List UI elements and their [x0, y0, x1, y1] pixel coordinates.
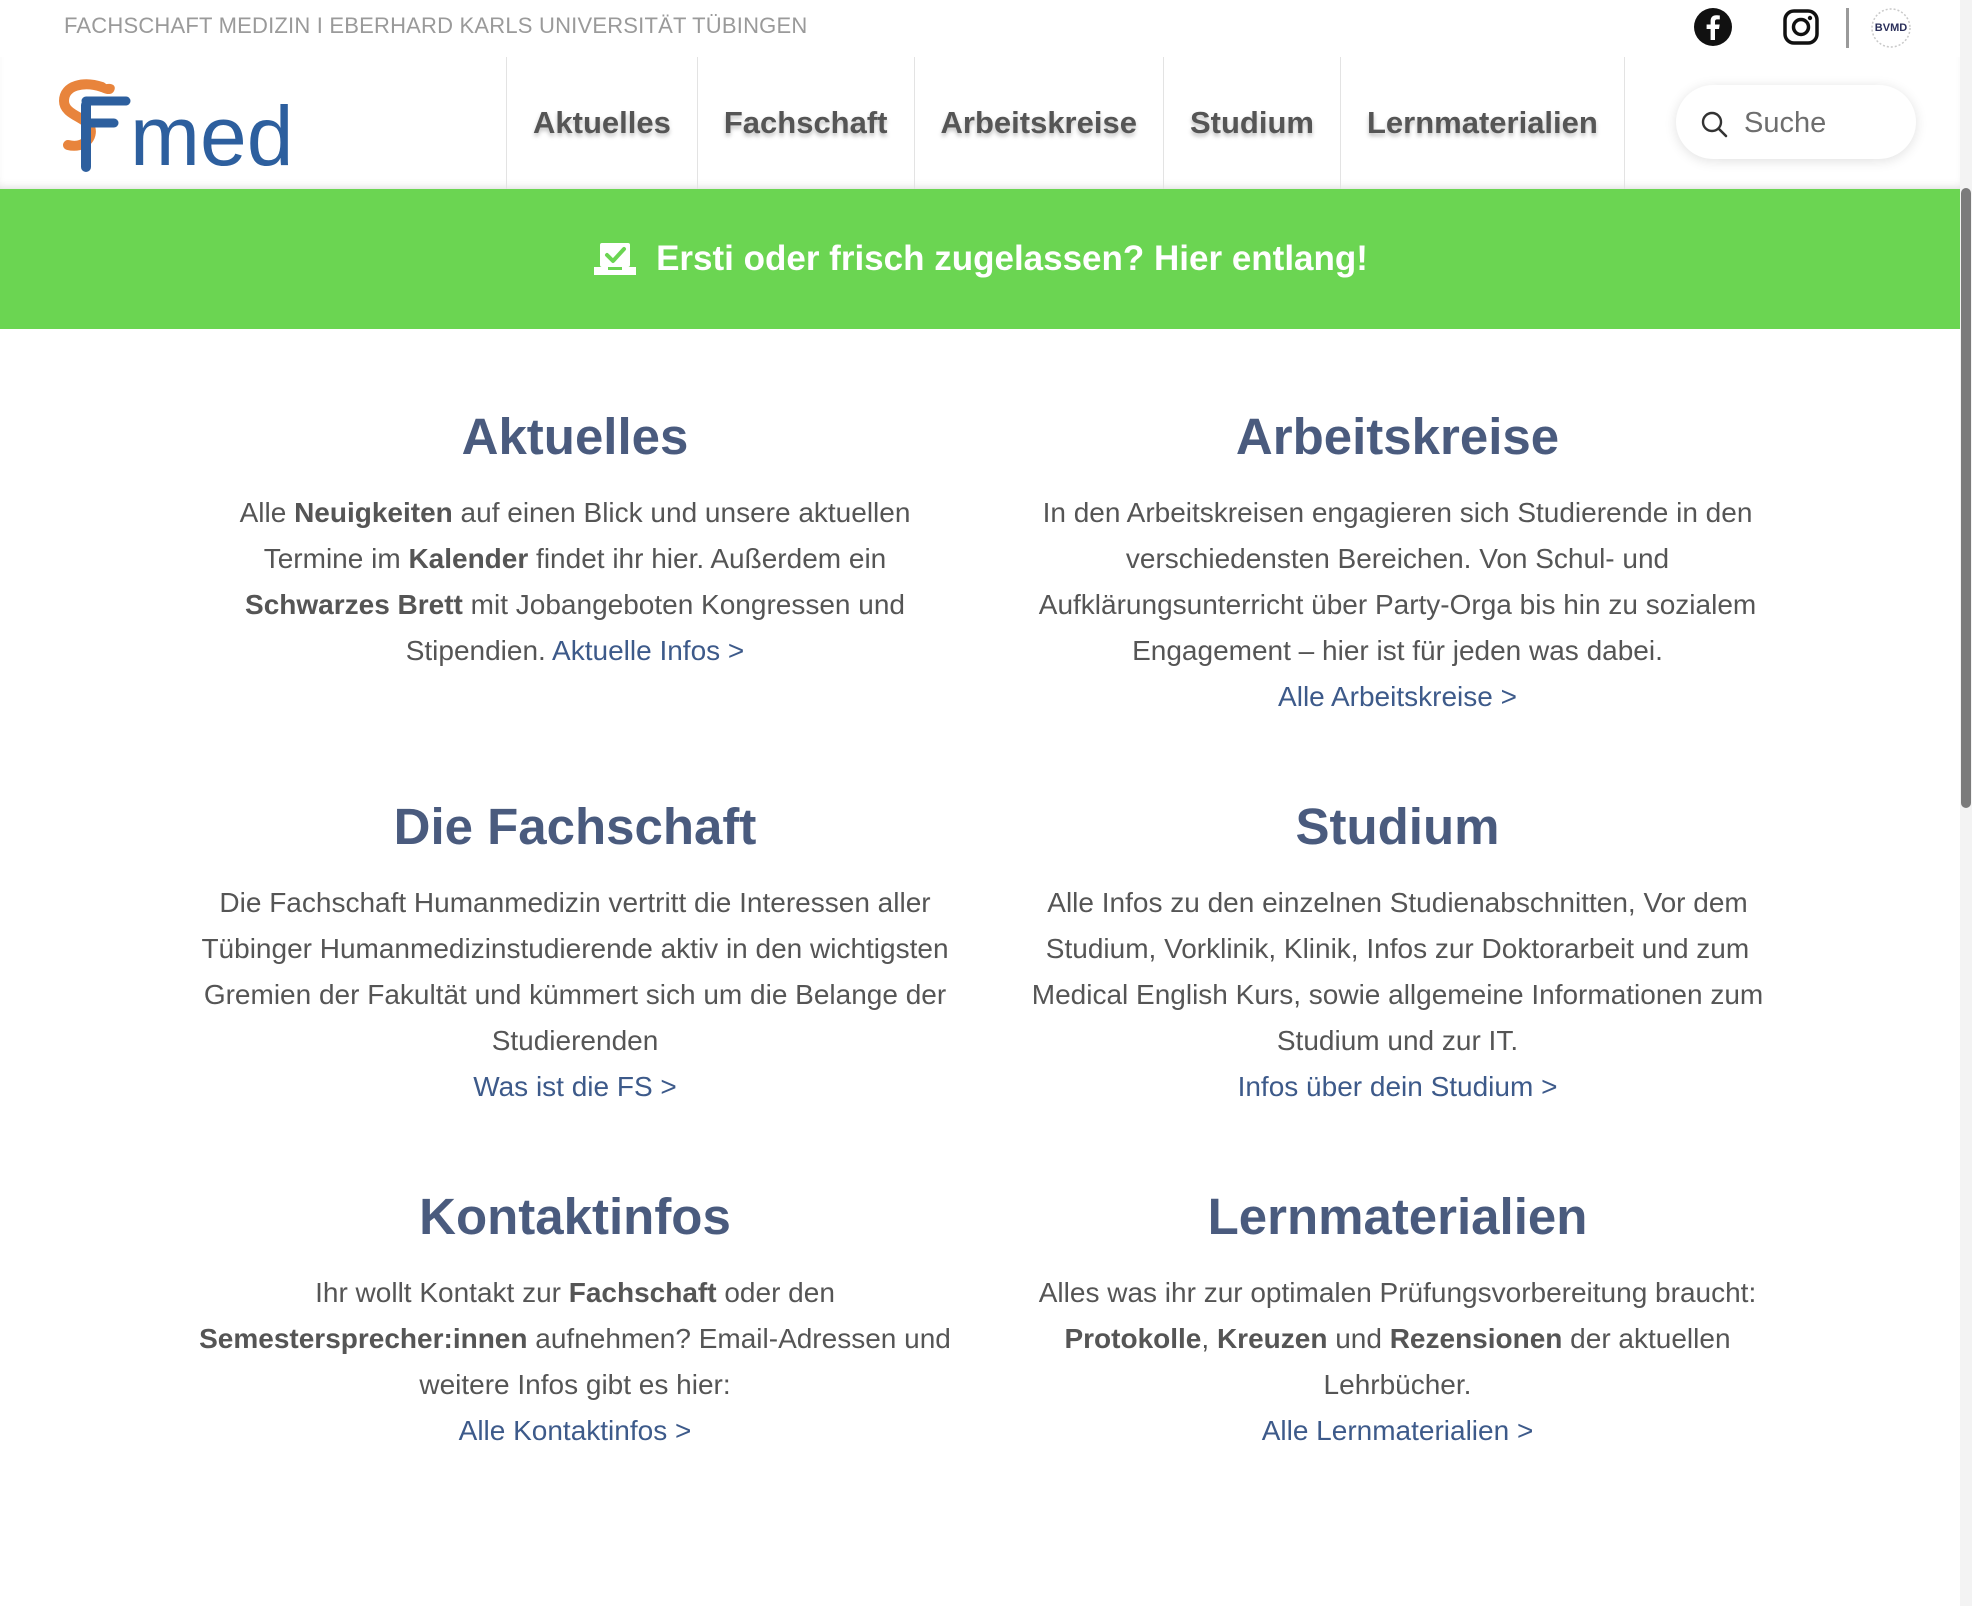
logo-wordmark: med: [130, 89, 293, 175]
text-span: Alle Infos zu den einzelnen Studienabsch…: [1031, 887, 1764, 1056]
card-title-arbeitskreise: Arbeitskreise: [1235, 408, 1560, 465]
text-span: Ihr wollt Kontakt zur: [315, 1277, 569, 1308]
divider: [1846, 8, 1849, 48]
bold-text: Fachschaft: [568, 1277, 717, 1308]
bold-text: Schwarzes Brett: [245, 589, 463, 620]
text-span: findet ihr hier. Außerdem ein: [528, 543, 887, 574]
text-span: und: [1327, 1323, 1390, 1354]
bold-text: Kreuzen: [1216, 1323, 1328, 1354]
facebook-icon[interactable]: [1692, 6, 1734, 48]
nav-lernmaterialien[interactable]: Lernmaterialien: [1341, 57, 1625, 189]
text-span: Die Fachschaft Humanmedizin vertritt die…: [201, 887, 949, 1056]
card-title-lernmaterialien: Lernmaterialien: [1207, 1188, 1588, 1245]
header: med Aktuelles Fachschaft Arbeitskreise S…: [0, 57, 1960, 189]
card-fachschaft: Die Fachschaft Die Fachschaft Humanmediz…: [190, 798, 960, 1110]
card-text-fachschaft: Die Fachschaft Humanmedizin vertritt die…: [190, 880, 960, 1110]
text-span: oder den: [716, 1277, 835, 1308]
card-text-studium: Alle Infos zu den einzelnen Studienabsch…: [1010, 880, 1785, 1110]
nav-studium[interactable]: Studium: [1164, 57, 1341, 189]
card-aktuelles: Aktuelles Alle Neuigkeiten auf einen Bli…: [190, 408, 960, 674]
link-infos-studium[interactable]: Infos über dein Studium >: [1238, 1071, 1558, 1102]
link-alle-kontaktinfos[interactable]: Alle Kontaktinfos >: [459, 1415, 692, 1446]
bold-text: Semestersprecher:innen: [199, 1323, 528, 1354]
freshman-banner[interactable]: Ersti oder frisch zugelassen? Hier entla…: [0, 189, 1960, 329]
link-was-ist-die-fs[interactable]: Was ist die FS >: [473, 1071, 677, 1102]
card-text-kontaktinfos: Ihr wollt Kontakt zur Fachschaft oder de…: [190, 1270, 960, 1454]
card-title-studium: Studium: [1295, 798, 1500, 855]
card-title-fachschaft: Die Fachschaft: [393, 798, 757, 855]
main-nav: Aktuelles Fachschaft Arbeitskreise Studi…: [506, 57, 1625, 189]
link-alle-arbeitskreise[interactable]: Alle Arbeitskreise >: [1278, 681, 1517, 712]
search-box[interactable]: [1676, 85, 1916, 159]
card-title-aktuelles: Aktuelles: [461, 408, 689, 465]
card-lernmaterialien: Lernmaterialien Alles was ihr zur optima…: [1010, 1188, 1785, 1454]
card-text-arbeitskreise: In den Arbeitskreisen engagieren sich St…: [1010, 490, 1785, 720]
site-tagline: FACHSCHAFT MEDIZIN I EBERHARD KARLS UNIV…: [64, 13, 808, 38]
instagram-icon[interactable]: [1780, 6, 1822, 48]
link-alle-lernmaterialien[interactable]: Alle Lernmaterialien >: [1262, 1415, 1534, 1446]
nav-aktuelles[interactable]: Aktuelles: [507, 57, 698, 189]
bold-text: Protokolle: [1064, 1323, 1202, 1354]
card-studium: Studium Alle Infos zu den einzelnen Stud…: [1010, 798, 1785, 1110]
bold-text: Neuigkeiten: [294, 497, 453, 528]
text-span: In den Arbeitskreisen engagieren sich St…: [1038, 497, 1757, 666]
top-bar: FACHSCHAFT MEDIZIN I EBERHARD KARLS UNIV…: [0, 0, 1960, 57]
card-kontaktinfos: Kontaktinfos Ihr wollt Kontakt zur Fachs…: [190, 1188, 960, 1454]
banner-text: Ersti oder frisch zugelassen? Hier entla…: [656, 239, 1368, 278]
search-icon: [1701, 111, 1728, 138]
nav-arbeitskreise[interactable]: Arbeitskreise: [915, 57, 1164, 189]
card-arbeitskreise: Arbeitskreise In den Arbeitskreisen enga…: [1010, 408, 1785, 720]
card-title-kontaktinfos: Kontaktinfos: [419, 1188, 731, 1245]
card-text-aktuelles: Alle Neuigkeiten auf einen Blick und uns…: [190, 490, 960, 674]
bold-text: Kalender: [408, 543, 529, 574]
fsmed-logo[interactable]: med: [56, 75, 316, 183]
card-text-lernmaterialien: Alles was ihr zur optimalen Prüfungsvorb…: [1010, 1270, 1785, 1454]
scrollbar-thumb[interactable]: [1961, 188, 1971, 808]
search-input[interactable]: [1742, 103, 1906, 143]
text-span: Alle: [239, 497, 295, 528]
vertical-scrollbar[interactable]: [1960, 0, 1972, 1606]
text-span: ,: [1201, 1323, 1217, 1354]
laptop-check-icon: [594, 243, 637, 275]
link-aktuelle-infos[interactable]: Aktuelle Infos >: [552, 635, 744, 666]
nav-fachschaft[interactable]: Fachschaft: [698, 57, 915, 189]
text-span: Alles was ihr zur optimalen Prüfungsvorb…: [1038, 1277, 1757, 1308]
bold-text: Rezensionen: [1389, 1323, 1563, 1354]
bvmd-badge-text: BVMD: [1875, 22, 1907, 34]
bvmd-logo-icon[interactable]: BVMD: [1870, 7, 1912, 49]
